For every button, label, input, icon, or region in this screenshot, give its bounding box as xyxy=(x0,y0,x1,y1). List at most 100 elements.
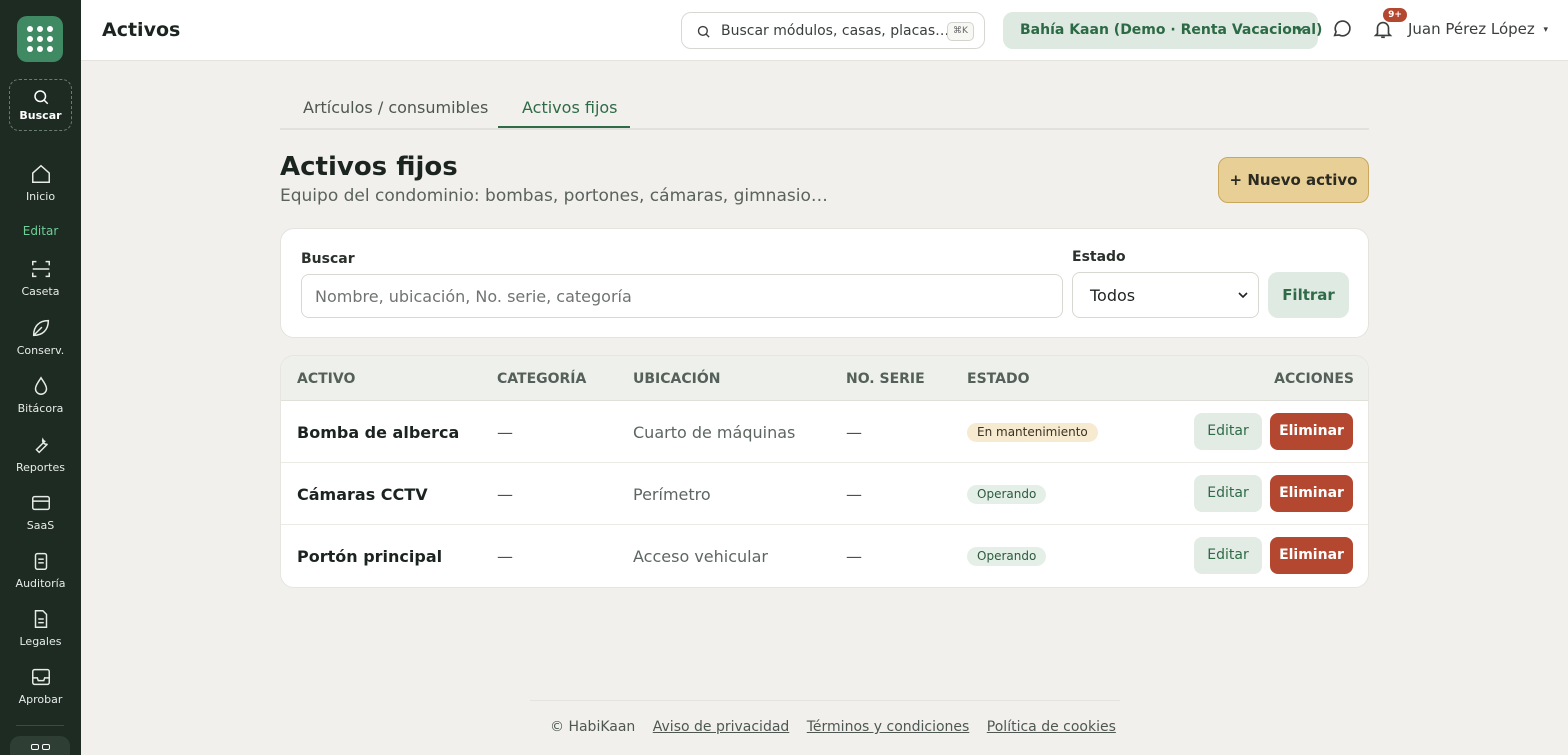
sidebar-item-bitacora[interactable]: Bitácora xyxy=(0,375,81,415)
top-header: Activos Buscar módulos, casas, placas… ⌘… xyxy=(81,0,1568,61)
tab-activos-fijos[interactable]: Activos fijos xyxy=(522,98,618,117)
status-badge: Operando xyxy=(967,547,1047,566)
status-select[interactable]: Todos xyxy=(1072,272,1259,318)
tab-articulos[interactable]: Artículos / consumibles xyxy=(303,98,488,117)
user-name: Juan Pérez López xyxy=(1408,20,1535,38)
new-asset-button[interactable]: + Nuevo activo xyxy=(1218,157,1369,203)
footer: © HabiKaan Aviso de privacidad Términos … xyxy=(550,719,1116,735)
apps-grid-icon[interactable] xyxy=(17,16,63,62)
document-icon xyxy=(34,610,47,628)
status-label: Estado xyxy=(1072,249,1126,265)
filter-button[interactable]: Filtrar xyxy=(1268,272,1349,318)
sidebar-item-label: Auditoría xyxy=(15,577,66,590)
copyright: © HabiKaan xyxy=(550,719,636,735)
search-icon xyxy=(697,25,710,38)
asset-serial: — xyxy=(846,485,862,504)
edit-button[interactable]: Editar xyxy=(1194,413,1262,450)
status-badge: Operando xyxy=(967,485,1047,504)
sidebar-divider xyxy=(16,725,64,726)
table-row: Cámaras CCTV — Perímetro — Operando Edit… xyxy=(281,463,1368,525)
section-subtitle: Equipo del condominio: bombas, portones,… xyxy=(280,186,828,206)
cookies-link[interactable]: Política de cookies xyxy=(987,719,1116,735)
column-header: CATEGORÍA xyxy=(497,371,587,387)
asset-location: Acceso vehicular xyxy=(633,547,768,566)
sidebar-item-label: Reportes xyxy=(16,461,65,474)
column-header: ESTADO xyxy=(967,371,1030,387)
chevron-down-icon xyxy=(1295,26,1305,33)
wrench-icon xyxy=(34,437,48,454)
column-header: ACCIONES xyxy=(1274,371,1354,387)
page-title: Activos xyxy=(102,19,181,41)
sidebar-item-label: Bitácora xyxy=(17,402,64,415)
sidebar-item-label: Aprobar xyxy=(18,693,63,706)
global-search-input[interactable]: Buscar módulos, casas, placas… ⌘K xyxy=(681,12,985,49)
delete-button[interactable]: Eliminar xyxy=(1270,537,1353,574)
privacy-link[interactable]: Aviso de privacidad xyxy=(653,719,790,735)
delete-button[interactable]: Eliminar xyxy=(1270,475,1353,512)
inbox-icon xyxy=(31,668,50,686)
tenant-name: Bahía Kaan (Demo · Renta Vacacional) xyxy=(1020,22,1323,38)
panel-icon xyxy=(30,744,39,750)
sidebar: Buscar Inicio Editar Caseta Conserv. Bit… xyxy=(0,0,81,755)
tenant-selector[interactable]: Bahía Kaan (Demo · Renta Vacacional) xyxy=(1003,12,1322,49)
edit-button[interactable]: Editar xyxy=(1194,475,1262,512)
sidebar-item-saas[interactable]: SaaS xyxy=(0,492,81,532)
sidebar-search-label: Buscar xyxy=(19,109,62,122)
user-menu[interactable]: Juan Pérez López ▾ xyxy=(1408,20,1548,38)
sidebar-section-editar: Editar xyxy=(22,224,59,238)
panel-icon xyxy=(41,744,50,750)
column-header: UBICACIÓN xyxy=(633,371,721,387)
footer-divider xyxy=(530,700,1120,701)
tabs: Artículos / consumibles Activos fijos xyxy=(280,90,1369,130)
filter-card: Buscar Nombre, ubicación, No. serie, cat… xyxy=(280,228,1369,338)
drop-icon xyxy=(34,376,47,395)
asset-location: Cuarto de máquinas xyxy=(633,423,796,442)
sidebar-item-label: Caseta xyxy=(21,285,60,298)
asset-location: Perímetro xyxy=(633,485,711,504)
edit-button[interactable]: Editar xyxy=(1194,537,1262,574)
global-search-placeholder: Buscar módulos, casas, placas… xyxy=(721,23,950,39)
sidebar-item-conserv[interactable]: Conserv. xyxy=(0,317,81,357)
terms-link[interactable]: Términos y condiciones xyxy=(807,719,970,735)
sidebar-item-auditoria[interactable]: Auditoría xyxy=(0,550,81,590)
sidebar-item-legales[interactable]: Legales xyxy=(0,608,81,648)
scan-icon xyxy=(31,260,50,278)
sidebar-search-button[interactable]: Buscar xyxy=(9,79,72,131)
sidebar-item-caseta[interactable]: Caseta xyxy=(0,258,81,298)
search-label: Buscar xyxy=(301,251,355,267)
status-badge: En mantenimiento xyxy=(967,423,1098,442)
sidebar-item-label: Conserv. xyxy=(16,344,65,357)
column-header: ACTIVO xyxy=(297,371,356,387)
caret-down-icon: ▾ xyxy=(1543,24,1549,35)
asset-name: Cámaras CCTV xyxy=(297,485,428,504)
sidebar-item-aprobar[interactable]: Aprobar xyxy=(0,666,81,706)
card-icon xyxy=(31,495,50,511)
chat-icon[interactable] xyxy=(1331,18,1353,40)
table-header: ACTIVO CATEGORÍA UBICACIÓN NO. SERIE EST… xyxy=(281,356,1368,401)
column-header: NO. SERIE xyxy=(846,371,925,387)
asset-serial: — xyxy=(846,547,862,566)
sidebar-item-inicio[interactable]: Inicio xyxy=(0,163,81,203)
table-row: Portón principal — Acceso vehicular — Op… xyxy=(281,525,1368,587)
active-tab-indicator xyxy=(498,126,630,128)
chevron-down-icon xyxy=(1238,292,1248,299)
status-select-value: Todos xyxy=(1090,286,1136,305)
delete-button[interactable]: Eliminar xyxy=(1270,413,1353,450)
notification-badge: 9+ xyxy=(1383,8,1407,22)
sidebar-item-reportes[interactable]: Reportes xyxy=(0,434,81,474)
sidebar-item-label: SaaS xyxy=(26,519,55,532)
section-title: Activos fijos xyxy=(280,152,458,182)
asset-category: — xyxy=(497,485,513,504)
shortcut-hint: ⌘K xyxy=(947,22,974,41)
asset-search-input[interactable]: Nombre, ubicación, No. serie, categoría xyxy=(301,274,1063,318)
table-row: Bomba de alberca — Cuarto de máquinas — … xyxy=(281,401,1368,463)
assets-table: ACTIVO CATEGORÍA UBICACIÓN NO. SERIE EST… xyxy=(280,355,1369,588)
asset-serial: — xyxy=(846,423,862,442)
home-icon xyxy=(31,164,50,183)
sidebar-item-label: Inicio xyxy=(25,190,56,203)
sidebar-item-label: Legales xyxy=(19,635,62,648)
leaf-icon xyxy=(32,319,49,337)
asset-name: Bomba de alberca xyxy=(297,423,460,442)
sidebar-collapse-button[interactable] xyxy=(10,736,70,755)
clipboard-icon xyxy=(34,552,47,570)
